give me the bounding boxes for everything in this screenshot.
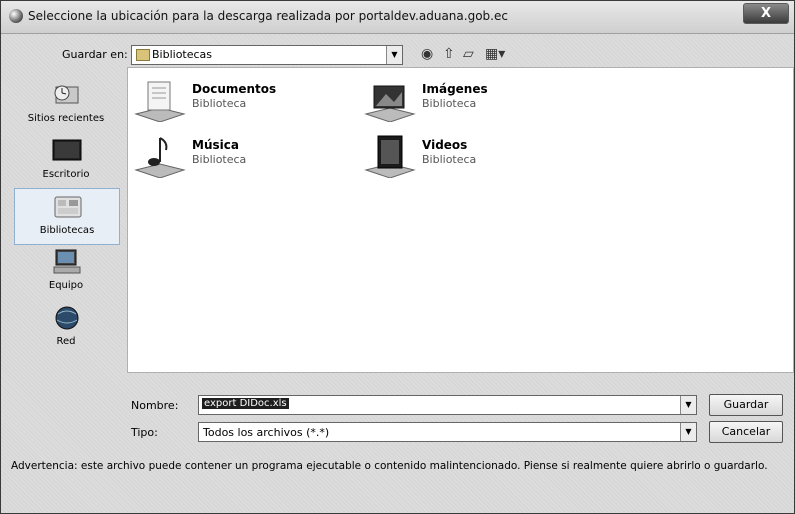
library-type: Biblioteca xyxy=(192,97,247,110)
filename-label: Nombre: xyxy=(131,399,179,412)
file-list-pane[interactable]: Documentos Biblioteca Imágenes Bibliotec… xyxy=(127,67,794,373)
title-bar[interactable]: Seleccione la ubicación para la descarga… xyxy=(1,1,794,34)
sidebar-item-network[interactable]: Red xyxy=(14,300,118,355)
filetype-dropdown[interactable]: Todos los archivos (*.*) ▼ xyxy=(198,422,697,442)
look-in-label: Guardar en: xyxy=(62,48,128,61)
filename-value: export DIDoc.xls xyxy=(202,398,289,409)
library-item-documentos[interactable]: Documentos Biblioteca xyxy=(134,78,364,128)
library-item-imagenes[interactable]: Imágenes Biblioteca xyxy=(364,78,594,128)
new-folder-icon[interactable]: ▱ xyxy=(463,47,474,61)
music-library-icon xyxy=(134,137,186,178)
save-button[interactable]: Guardar xyxy=(709,394,783,416)
chevron-down-icon[interactable]: ▼ xyxy=(680,423,696,441)
sidebar-item-desktop[interactable]: Escritorio xyxy=(14,133,118,188)
computer-icon xyxy=(53,249,81,274)
network-icon xyxy=(55,306,79,330)
desktop-icon xyxy=(52,139,82,161)
library-name: Videos xyxy=(422,138,468,152)
libraries-folder-icon xyxy=(136,49,150,61)
sidebar-item-label: Escritorio xyxy=(42,169,90,180)
sidebar-item-label: Red xyxy=(56,336,76,347)
chevron-down-icon[interactable]: ▼ xyxy=(386,46,402,64)
videos-library-icon xyxy=(364,135,416,178)
filetype-value: Todos los archivos (*.*) xyxy=(203,426,330,439)
filetype-label: Tipo: xyxy=(131,426,158,439)
close-button[interactable]: X xyxy=(743,3,789,24)
look-in-dropdown[interactable]: Bibliotecas ▼ xyxy=(131,45,403,65)
filename-input[interactable]: export DIDoc.xls ▼ xyxy=(198,395,697,415)
save-dialog: Seleccione la ubicación para la descarga… xyxy=(0,0,795,514)
library-name: Imágenes xyxy=(422,82,488,96)
library-name: Música xyxy=(192,138,239,152)
sidebar-item-label: Equipo xyxy=(48,280,84,291)
sidebar-item-label: Sitios recientes xyxy=(27,113,105,124)
library-type: Biblioteca xyxy=(422,153,477,166)
recent-places-icon xyxy=(54,85,79,104)
view-menu-icon[interactable]: ▦▾ xyxy=(485,47,505,61)
cancel-button[interactable]: Cancelar xyxy=(709,421,783,443)
sidebar-item-recent[interactable]: Sitios recientes xyxy=(14,77,118,132)
chevron-down-icon[interactable]: ▼ xyxy=(680,396,696,414)
library-item-videos[interactable]: Videos Biblioteca xyxy=(364,134,594,184)
libraries-icon xyxy=(54,196,82,218)
dialog-title: Seleccione la ubicación para la descarga… xyxy=(28,9,508,23)
library-type: Biblioteca xyxy=(192,153,247,166)
sidebar-item-libraries[interactable]: Bibliotecas xyxy=(14,188,120,245)
sidebar-item-computer[interactable]: Equipo xyxy=(14,244,118,299)
library-item-musica[interactable]: Música Biblioteca xyxy=(134,134,364,184)
up-folder-icon[interactable]: ⇧ xyxy=(443,47,455,61)
pictures-library-icon xyxy=(364,85,416,122)
back-icon[interactable]: ◉ xyxy=(421,47,433,61)
documents-library-icon xyxy=(134,81,186,122)
library-name: Documentos xyxy=(192,82,277,96)
places-sidebar: Sitios recientes Escritorio Bibliotecas xyxy=(14,69,120,369)
look-in-value: Bibliotecas xyxy=(152,48,213,61)
security-warning: Advertencia: este archivo puede contener… xyxy=(11,460,768,472)
library-type: Biblioteca xyxy=(422,97,477,110)
sidebar-item-label: Bibliotecas xyxy=(39,225,95,236)
browser-icon xyxy=(9,9,23,23)
